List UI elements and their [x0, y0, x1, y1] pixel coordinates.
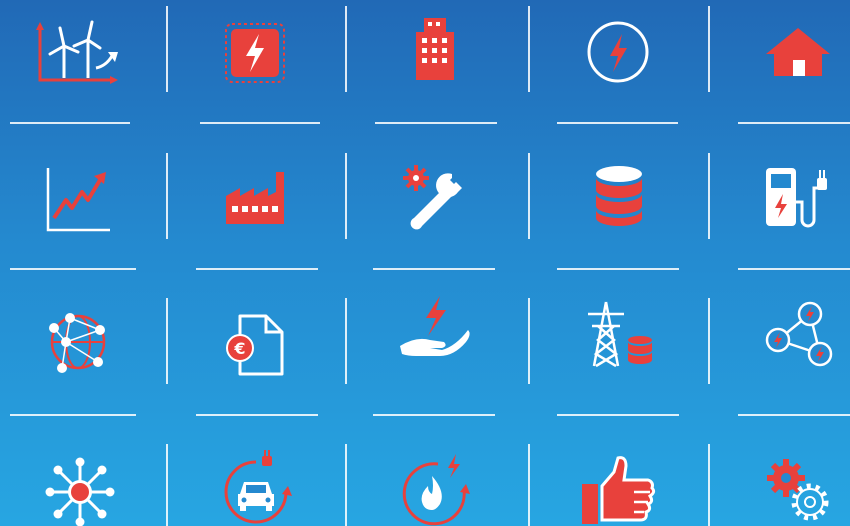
- horizontal-divider: [738, 122, 850, 124]
- gas-energy-cycle-icon: [398, 452, 470, 526]
- office-building-icon: [410, 14, 460, 84]
- vertical-divider: [528, 153, 530, 239]
- horizontal-divider: [557, 122, 678, 124]
- horizontal-divider: [10, 122, 130, 124]
- vertical-divider: [708, 153, 710, 239]
- svg-text:€: €: [233, 339, 245, 358]
- vertical-divider: [166, 444, 168, 526]
- horizontal-divider: [557, 414, 679, 416]
- network-hub-icon: [44, 456, 116, 526]
- horizontal-divider: [10, 268, 136, 270]
- network-globe-icon: [44, 308, 112, 376]
- horizontal-divider: [738, 414, 850, 416]
- electric-car-cycle-icon: [220, 450, 292, 526]
- house-icon: [762, 24, 834, 80]
- vertical-divider: [345, 444, 347, 526]
- horizontal-divider: [196, 414, 318, 416]
- horizontal-divider: [10, 414, 136, 416]
- horizontal-divider: [375, 122, 497, 124]
- vertical-divider: [528, 298, 530, 384]
- growth-chart-icon: [40, 164, 114, 236]
- database-icon: [592, 164, 646, 228]
- horizontal-divider: [373, 414, 495, 416]
- settings-gears-icon: [764, 456, 836, 526]
- vertical-divider: [708, 6, 710, 92]
- energy-network-icon: [762, 300, 834, 370]
- vertical-divider: [528, 6, 530, 92]
- vertical-divider: [528, 444, 530, 526]
- energy-in-hand-icon: [396, 294, 472, 360]
- horizontal-divider: [200, 122, 320, 124]
- horizontal-divider: [738, 268, 850, 270]
- vertical-divider: [345, 153, 347, 239]
- vertical-divider: [166, 298, 168, 384]
- power-chip-icon: [222, 20, 288, 86]
- vertical-divider: [166, 153, 168, 239]
- vertical-divider: [708, 444, 710, 526]
- horizontal-divider: [557, 268, 679, 270]
- power-pylon-storage-icon: [580, 300, 656, 370]
- thumbs-up-icon: [580, 456, 656, 526]
- euro-invoice-icon: €: [222, 310, 288, 380]
- horizontal-divider: [196, 268, 318, 270]
- maintenance-tools-icon: [398, 162, 470, 234]
- vertical-divider: [345, 6, 347, 92]
- power-symbol-icon: [584, 18, 652, 86]
- wind-energy-growth-icon: [36, 18, 122, 88]
- vertical-divider: [708, 298, 710, 384]
- factory-icon: [222, 168, 290, 228]
- vertical-divider: [166, 6, 168, 92]
- vertical-divider: [345, 298, 347, 384]
- ev-charging-station-icon: [762, 162, 834, 230]
- horizontal-divider: [373, 268, 495, 270]
